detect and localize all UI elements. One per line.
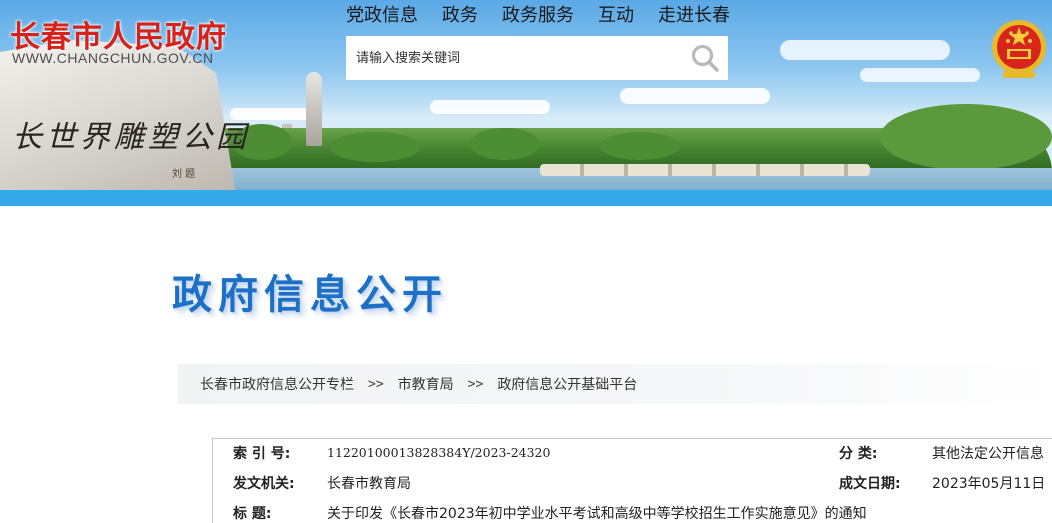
site-url: WWW.CHANGCHUN.GOV.CN [12, 50, 214, 66]
page-title: 政府信息公开 [172, 272, 448, 318]
search-input[interactable] [346, 36, 682, 80]
date-value: 2023年05月11日 [932, 476, 1046, 492]
breadcrumb-separator: >> [467, 376, 484, 392]
nav-item-party-government[interactable]: 党政信息 [344, 5, 430, 27]
breadcrumb-separator: >> [368, 376, 384, 392]
breadcrumb-item-basic-platform[interactable]: 政府信息公开基础平台 [497, 374, 637, 394]
header-divider [0, 190, 1052, 206]
nav-item-government-services[interactable]: 政务服务 [490, 5, 586, 27]
category-label: 分 类: [839, 446, 878, 462]
tree-decoration [470, 128, 540, 160]
index-label: 索 引 号: [233, 446, 291, 462]
breadcrumb-item-education-bureau[interactable]: 市教育局 [398, 374, 454, 394]
title-label: 标 题: [233, 506, 272, 522]
stone-signature: 刘 题 [172, 169, 196, 180]
search-button[interactable] [682, 36, 728, 80]
nav-item-government-affairs[interactable]: 政务 [430, 5, 490, 27]
cloud-decoration [430, 100, 550, 114]
category-value: 其他法定公开信息 [932, 446, 1044, 462]
bridge-decoration [540, 164, 870, 176]
cloud-decoration [860, 68, 980, 82]
statue-decoration [306, 72, 322, 146]
info-row-issuer: 发文机关: 长春市教育局 成文日期: 2023年05月11日 [213, 473, 1052, 501]
cloud-decoration [780, 40, 950, 60]
title-value: 关于印发《长春市2023年初中学业水平考试和高级中等学校招生工作实施意见》的通知 [327, 506, 867, 522]
stone-engraving: 长世界雕塑公园 [12, 120, 250, 155]
header-banner: 长世界雕塑公园 刘 题 长春市人民政府 WWW.CHANGCHUN.GOV.CN… [0, 0, 1052, 190]
tree-decoration [880, 104, 1052, 170]
cloud-decoration [620, 88, 770, 104]
info-row-index: 索 引 号: 11220100013828384Y/2023-24320 分 类… [213, 443, 1052, 471]
breadcrumb: 长春市政府信息公开专栏 >> 市教育局 >> 政府信息公开基础平台 [178, 364, 1052, 404]
index-value: 11220100013828384Y/2023-24320 [327, 445, 551, 460]
nav-item-interaction[interactable]: 互动 [586, 5, 646, 27]
date-label: 成文日期: [839, 476, 901, 492]
search-box [346, 36, 728, 80]
national-emblem-icon [992, 20, 1046, 78]
tree-decoration [330, 132, 420, 162]
nav-item-about-changchun[interactable]: 走进长春 [646, 5, 742, 27]
document-info-table: 索 引 号: 11220100013828384Y/2023-24320 分 类… [212, 438, 1052, 523]
issuer-value: 长春市教育局 [327, 476, 411, 492]
search-icon [691, 44, 719, 72]
tree-decoration [600, 132, 680, 160]
breadcrumb-item-gov-info-column[interactable]: 长春市政府信息公开专栏 [200, 374, 354, 394]
main-nav: 党政信息 政务 政务服务 互动 走进长春 [344, 5, 742, 27]
info-row-title: 标 题: 关于印发《长春市2023年初中学业水平考试和高级中等学校招生工作实施意… [213, 503, 1052, 523]
issuer-label: 发文机关: [233, 476, 295, 492]
